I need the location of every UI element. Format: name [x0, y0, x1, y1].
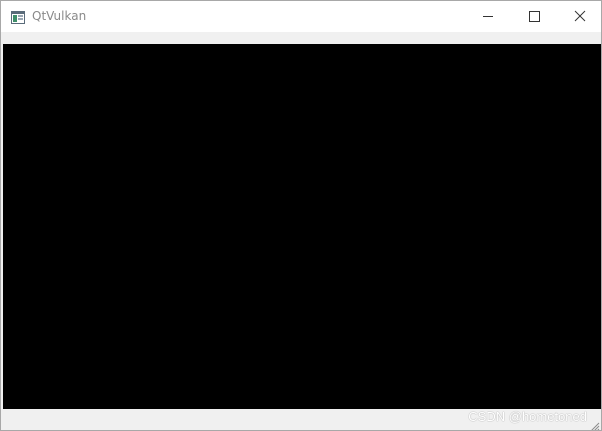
title-bar[interactable]: QtVulkan [1, 1, 601, 32]
app-window-icon [11, 9, 25, 24]
toolbar-grip-icon[interactable] [5, 35, 11, 50]
watermark-text: CSDN @hometoned [468, 409, 587, 424]
size-grip-icon[interactable] [588, 417, 600, 430]
window-title: QtVulkan [32, 9, 87, 23]
maximize-button[interactable] [511, 1, 557, 32]
toolbar [1, 32, 601, 50]
maximize-icon [529, 11, 540, 22]
close-button[interactable] [557, 1, 601, 32]
app-window: QtVulkan CSDN @hometoned [0, 0, 602, 431]
status-bar: CSDN @hometoned [1, 409, 601, 430]
minimize-icon [483, 16, 493, 17]
close-icon [574, 10, 586, 22]
vulkan-render-surface[interactable] [3, 44, 601, 409]
minimize-button[interactable] [465, 1, 511, 32]
